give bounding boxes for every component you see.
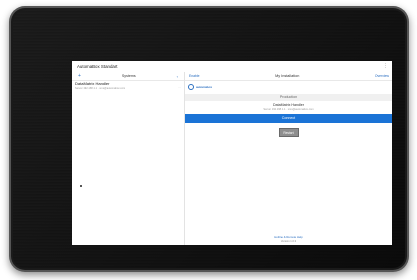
- detail-pane: Enable My Installation Overview automabo…: [185, 72, 392, 245]
- sidebar-heading: Systems: [121, 74, 136, 78]
- connect-button[interactable]: Connect: [185, 113, 392, 123]
- logo-icon: [188, 83, 194, 90]
- plus-icon[interactable]: +: [78, 73, 81, 79]
- device-info: DataMatrix Handler Server 192.168.1.1 · …: [185, 101, 392, 113]
- sidebar: + Systems ‹ DataMatrix Handler Server 19…: [72, 72, 185, 245]
- device-desc: Server 192.168.1.1 · sms@automabox.com: [263, 107, 314, 111]
- detail-title: My Installation: [275, 74, 300, 78]
- detail-footer: Hotline & Remote Help Version 1.0.3: [185, 235, 392, 243]
- app-titlebar: AutomaBox Standart ⋮: [72, 61, 392, 72]
- mouse-cursor: [80, 185, 82, 187]
- app-title: AutomaBox Standart: [77, 64, 118, 69]
- section-header: Production: [185, 94, 392, 101]
- done-button[interactable]: Overview: [375, 74, 389, 78]
- more-icon[interactable]: ···: [178, 82, 181, 89]
- chevron-left-icon[interactable]: ‹: [177, 74, 178, 79]
- list-item[interactable]: DataMatrix Handler Server 192.168.1.1 · …: [72, 81, 184, 91]
- brand-logo: automabox: [185, 81, 392, 92]
- restart-button[interactable]: Restart: [278, 127, 299, 137]
- edit-button[interactable]: Enable: [189, 74, 200, 78]
- tablet-screen: AutomaBox Standart ⋮ + Systems ‹ DataMat…: [72, 61, 392, 245]
- list-item-desc: Server 192.168.1.1 · sms@automabox.com: [75, 86, 126, 90]
- logo-text: automabox: [196, 84, 213, 89]
- tablet-device: AutomaBox Standart ⋮ + Systems ‹ DataMat…: [9, 6, 409, 272]
- list-item-text: DataMatrix Handler Server 192.168.1.1 · …: [75, 81, 126, 90]
- version-label: Version 1.0.3: [280, 239, 297, 243]
- detail-header: Enable My Installation Overview: [185, 72, 392, 81]
- kebab-icon[interactable]: ⋮: [383, 64, 388, 69]
- sidebar-header: + Systems ‹: [72, 72, 184, 81]
